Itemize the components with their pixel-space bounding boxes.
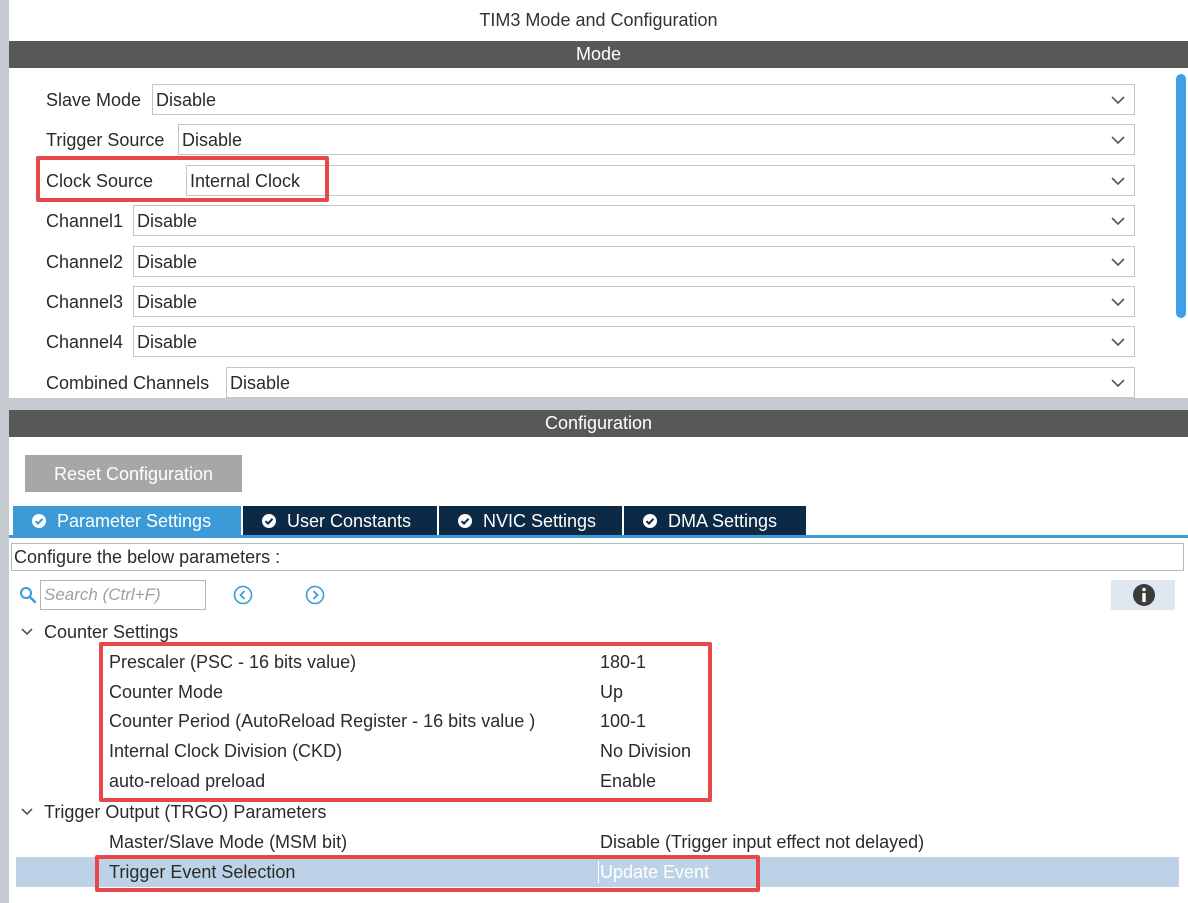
window-title: TIM3 Mode and Configuration [479, 10, 718, 30]
slave-mode-label: Slave Mode [46, 90, 142, 110]
channel1-select[interactable]: Disable [133, 205, 1135, 236]
counter-settings-highlight [99, 642, 712, 802]
combined-channels-label: Combined Channels [46, 373, 210, 393]
combined-channels-value: Disable [230, 373, 291, 393]
chevron-down-icon [1111, 217, 1125, 226]
mode-section-header: Mode [9, 41, 1188, 68]
param-name: Master/Slave Mode (MSM bit) [109, 832, 348, 852]
chevron-down-icon [1111, 338, 1125, 347]
trigger-output-label: Trigger Output (TRGO) Parameters [44, 802, 327, 822]
tree-expand-icon[interactable] [20, 625, 34, 639]
slave-mode-select[interactable]: Disable [152, 84, 1135, 115]
check-circle-icon [458, 514, 472, 528]
tab-user-constants-label: User Constants [287, 511, 412, 531]
check-circle-icon [32, 514, 46, 528]
channel3-value: Disable [137, 292, 198, 312]
channel4-value: Disable [137, 332, 198, 352]
trigger-source-select[interactable]: Disable [178, 124, 1135, 155]
tabs-underline [9, 535, 1188, 538]
tree-expand-icon[interactable] [20, 805, 34, 819]
reset-configuration-button[interactable]: Reset Configuration [25, 455, 242, 492]
arrow-right-circle-icon[interactable] [305, 585, 325, 605]
chevron-down-icon [1111, 379, 1125, 388]
counter-settings-label: Counter Settings [44, 622, 179, 642]
channel3-select[interactable]: Disable [133, 286, 1135, 317]
chevron-down-icon [1111, 258, 1125, 267]
panel-separator[interactable] [0, 398, 1188, 410]
tab-nvic-settings-label: NVIC Settings [483, 511, 597, 531]
chevron-down-icon [1111, 177, 1125, 186]
tab-parameter-settings-label: Parameter Settings [57, 511, 212, 531]
check-circle-icon [262, 514, 276, 528]
trigger-source-label: Trigger Source [46, 130, 165, 150]
configure-instruction: Configure the below parameters : [11, 543, 1184, 571]
trigger-source-value: Disable [182, 130, 243, 150]
search-icon[interactable] [19, 586, 37, 604]
trigger-output-group[interactable]: Trigger Output (TRGO) Parameters [20, 797, 326, 827]
tab-dma-settings[interactable]: DMA Settings [624, 506, 806, 536]
tab-nvic-settings[interactable]: NVIC Settings [439, 506, 622, 536]
tab-dma-settings-label: DMA Settings [668, 511, 778, 531]
channel2-value: Disable [137, 252, 198, 272]
mode-scrollbar-thumb[interactable] [1176, 74, 1186, 318]
info-button[interactable] [1111, 580, 1175, 610]
channel2-select[interactable]: Disable [133, 246, 1135, 277]
channel1-value: Disable [137, 211, 198, 231]
param-row-master-slave-mode[interactable]: Master/Slave Mode (MSM bit) Disable (Tri… [0, 827, 1188, 857]
trigger-event-highlight [95, 855, 760, 892]
configuration-section-header: Configuration [9, 410, 1188, 437]
channel4-label: Channel4 [46, 332, 124, 352]
combined-channels-select[interactable]: Disable [226, 367, 1135, 398]
channel1-label: Channel1 [46, 211, 124, 231]
slave-mode-value: Disable [156, 90, 217, 110]
check-circle-icon [643, 514, 657, 528]
chevron-down-icon [1111, 136, 1125, 145]
channel2-label: Channel2 [46, 252, 124, 272]
chevron-down-icon [1111, 298, 1125, 307]
channel3-label: Channel3 [46, 292, 124, 312]
param-value[interactable]: Disable (Trigger input effect not delaye… [600, 827, 924, 857]
clock-source-highlight [36, 156, 329, 202]
search-input[interactable]: Search (Ctrl+F) [40, 580, 206, 610]
tab-parameter-settings[interactable]: Parameter Settings [13, 506, 241, 536]
info-icon [1133, 584, 1155, 606]
chevron-down-icon [1111, 96, 1125, 105]
tab-user-constants[interactable]: User Constants [243, 506, 437, 536]
channel4-select[interactable]: Disable [133, 326, 1135, 357]
arrow-left-circle-icon[interactable] [233, 585, 253, 605]
